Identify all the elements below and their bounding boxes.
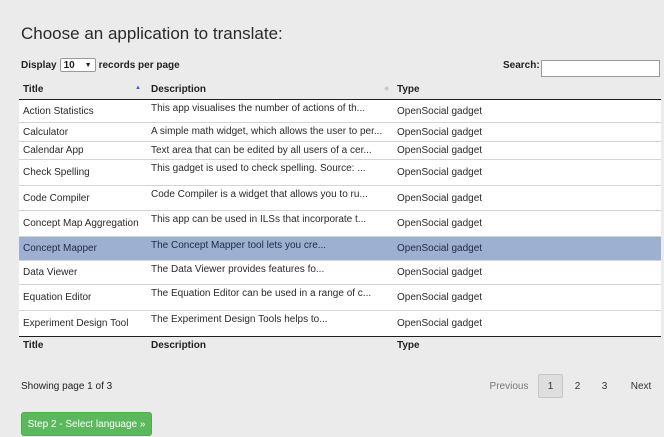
title-cell: Experiment Design Tool xyxy=(19,310,147,337)
description-cell: The Concept Mapper tool lets you cre... xyxy=(147,236,393,261)
type-cell: OpenSocial gadget xyxy=(393,99,661,123)
column-header-title-label: Title xyxy=(23,84,44,95)
column-header-type[interactable]: Type xyxy=(393,80,661,100)
title-cell: Calendar App xyxy=(19,141,147,160)
table-header-row: Title ▲ Description ◆ Type xyxy=(19,80,661,100)
sort-both-icon: ◆ xyxy=(384,86,389,92)
title-cell: Concept Mapper xyxy=(19,236,147,261)
sort-ascending-icon: ▲ xyxy=(135,85,141,91)
type-cell: OpenSocial gadget xyxy=(393,260,661,285)
page-button-2[interactable]: 2 xyxy=(565,374,590,398)
records-per-page-control: Display 10 ▼ records per page xyxy=(21,58,180,72)
type-cell: OpenSocial gadget xyxy=(393,210,661,237)
search-input[interactable] xyxy=(541,60,660,77)
title-cell: Action Statistics xyxy=(19,99,147,123)
table-row[interactable]: Code Compiler Code Compiler is a widget t… xyxy=(19,185,661,211)
column-header-type-label: Type xyxy=(397,84,420,95)
type-cell: OpenSocial gadget xyxy=(393,185,661,211)
title-cell: Concept Map Aggregation xyxy=(19,210,147,237)
description-cell: The Experiment Design Tools helps to... xyxy=(147,310,393,337)
type-cell: OpenSocial gadget xyxy=(393,122,661,142)
title-cell: Calculator xyxy=(19,122,147,142)
title-cell: Check Spelling xyxy=(19,159,147,186)
page-button-3[interactable]: 3 xyxy=(592,374,617,398)
column-footer-title: Title xyxy=(19,336,147,358)
next-page-button[interactable]: Next xyxy=(619,374,663,398)
records-per-page-value: 10 xyxy=(63,59,75,71)
type-cell: OpenSocial gadget xyxy=(393,236,661,261)
table-row[interactable]: Calendar App Text area that can be edited… xyxy=(19,141,661,160)
previous-page-button[interactable]: Previous xyxy=(480,374,538,398)
records-per-page-prefix: Display xyxy=(21,59,57,71)
applications-table: Title ▲ Description ◆ Type Action Statis… xyxy=(19,80,661,358)
type-cell: OpenSocial gadget xyxy=(393,141,661,160)
description-cell: This app can be used in ILSs that incorp… xyxy=(147,210,393,237)
select-language-button[interactable]: Step 2 - Select language » xyxy=(21,412,152,436)
table-row[interactable]: Check Spelling This gadget is used to che… xyxy=(19,159,661,186)
column-footer-type: Type xyxy=(393,336,661,358)
column-footer-description: Description xyxy=(147,336,393,358)
table-row[interactable]: Equation Editor The Equation Editor can b… xyxy=(19,284,661,311)
description-cell: This gadget is used to check spelling. S… xyxy=(147,159,393,186)
type-cell: OpenSocial gadget xyxy=(393,310,661,337)
type-cell: OpenSocial gadget xyxy=(393,284,661,311)
records-per-page-select[interactable]: 10 ▼ xyxy=(59,58,96,72)
table-row[interactable]: Action Statistics This app visualises the… xyxy=(19,99,661,123)
pagination: Previous 1 2 3 Next xyxy=(480,374,663,398)
table-row[interactable]: Data Viewer The Data Viewer provides feat… xyxy=(19,260,661,285)
description-cell: Code Compiler is a widget that allows yo… xyxy=(147,185,393,211)
table-row[interactable]: Concept Mapper The Concept Mapper tool le… xyxy=(19,236,661,261)
column-header-title[interactable]: Title ▲ xyxy=(19,80,147,100)
description-cell: The Equation Editor can be used in a ran… xyxy=(147,284,393,311)
page-button-1[interactable]: 1 xyxy=(538,374,563,398)
column-header-description[interactable]: Description ◆ xyxy=(147,80,393,100)
description-cell: The Data Viewer provides features fo... xyxy=(147,260,393,285)
table-row[interactable]: Experiment Design Tool The Experiment Des… xyxy=(19,310,661,337)
column-header-description-label: Description xyxy=(151,84,207,95)
description-cell: This app visualises the number of action… xyxy=(147,99,393,123)
chevron-down-icon: ▼ xyxy=(84,61,92,69)
title-cell: Code Compiler xyxy=(19,185,147,211)
table-footer-row: Title Description Type xyxy=(19,336,661,358)
description-cell: A simple math widget, which allows the u… xyxy=(147,122,393,142)
page-title: Choose an application to translate: xyxy=(21,24,283,43)
title-cell: Equation Editor xyxy=(19,284,147,311)
title-cell: Data Viewer xyxy=(19,260,147,285)
search-label: Search: xyxy=(503,60,540,71)
table-info: Showing page 1 of 3 xyxy=(21,381,113,392)
description-cell: Text area that can be edited by all user… xyxy=(147,141,393,160)
records-per-page-suffix: records per page xyxy=(98,59,180,71)
table-row[interactable]: Calculator A simple math widget, which al… xyxy=(19,122,661,142)
table-row[interactable]: Concept Map Aggregation This app can be u… xyxy=(19,210,661,237)
type-cell: OpenSocial gadget xyxy=(393,159,661,186)
